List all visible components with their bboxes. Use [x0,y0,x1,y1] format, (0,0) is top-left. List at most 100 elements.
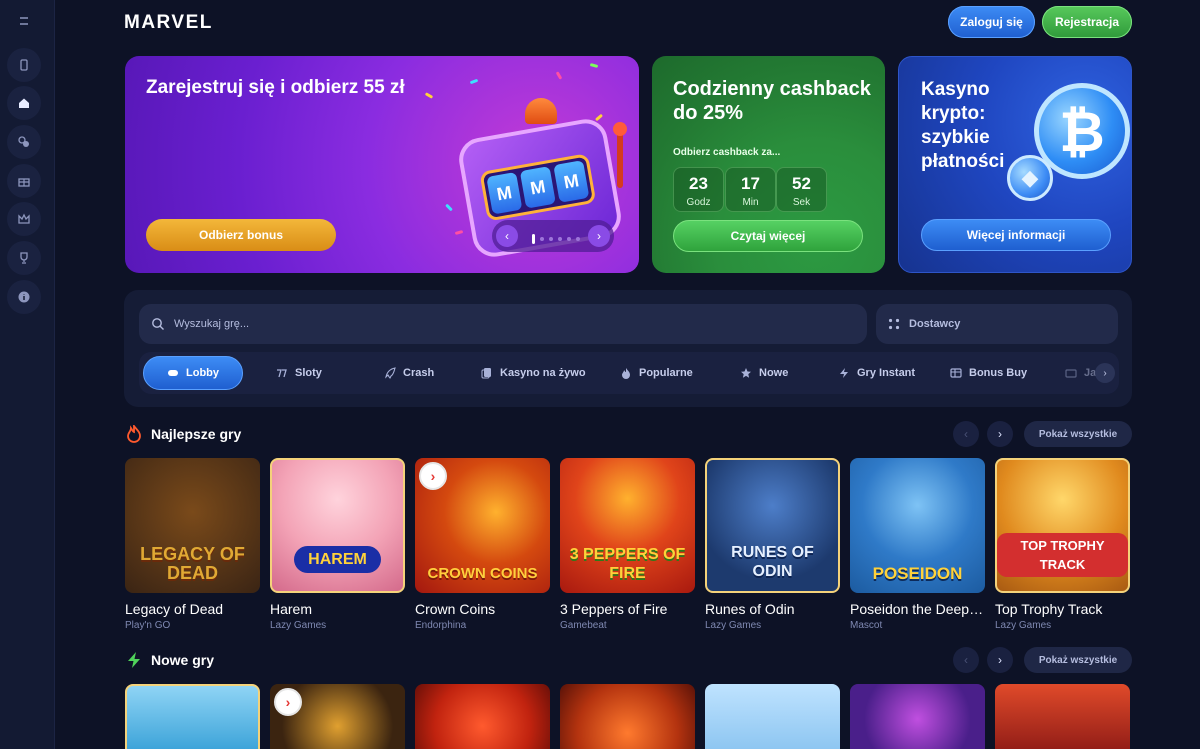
slot-reel: M [553,160,590,203]
rocket-icon [385,367,396,379]
slot-screen: M M M [479,153,597,222]
pager-dots [532,234,580,244]
game-thumbnail[interactable]: POSEIDON [850,458,985,593]
game-card[interactable] [705,684,840,749]
logo[interactable]: MARVEL [124,12,213,34]
lightning-icon [840,368,848,378]
game-name[interactable]: Poseidon the Deep King [850,601,985,617]
pager-dot[interactable] [558,237,562,241]
game-card[interactable] [560,684,695,749]
pager-dot[interactable] [567,237,571,241]
game-card[interactable]: LEGACY OF DEAD Legacy of Dead Play'n GO [125,458,260,631]
game-thumbnail[interactable]: HAREM [270,458,405,593]
game-card[interactable] [850,684,985,749]
game-logo: POSEIDON [872,564,963,583]
gamepad-icon [168,370,178,376]
timer-value: 52 [792,174,811,193]
chevron-left-icon[interactable]: ‹ [496,225,518,247]
fire-icon [622,368,630,379]
game-thumbnail[interactable] [705,684,840,749]
tab-crash[interactable]: Crash [384,356,434,390]
game-name[interactable]: 3 Peppers of Fire [560,601,695,617]
game-card[interactable] [995,684,1130,749]
providers-label: Dostawcy [909,318,961,330]
endorphina-logo-icon: › [419,462,447,490]
gift-icon[interactable] [7,164,41,198]
casino-chips-icon[interactable] [7,125,41,159]
providers-grid-icon [888,318,900,330]
game-card[interactable]: › [270,684,405,749]
game-name[interactable]: Top Trophy Track [995,601,1130,617]
game-card[interactable]: 3 PEPPERS OF FIRE 3 Peppers of Fire Game… [560,458,695,631]
search-icon [152,318,164,330]
chevron-right-icon[interactable]: › [588,225,610,247]
tab-popular[interactable]: Popularne [620,356,693,390]
game-thumbnail[interactable] [850,684,985,749]
game-thumbnail[interactable]: TOP TROPHY TRACK [995,458,1130,593]
game-name[interactable]: Harem [270,601,405,617]
chevron-right-icon[interactable]: › [1095,363,1115,383]
tab-jackpot[interactable]: Ja [1065,356,1096,390]
tab-new[interactable]: Nowe [740,356,788,390]
search-input[interactable] [174,318,824,330]
game-thumbnail[interactable]: LEGACY OF DEAD [125,458,260,593]
pager-dot-active[interactable] [532,234,535,244]
pager-dot[interactable] [576,237,580,241]
mobile-icon[interactable] [7,48,41,82]
confetti [469,78,479,85]
game-name[interactable]: Crown Coins [415,601,550,617]
game-card[interactable]: POSEIDON Poseidon the Deep King Mascot [850,458,985,631]
game-thumbnail[interactable]: 3 PEPPERS OF FIRE [560,458,695,593]
show-all-button[interactable]: Pokaż wszystkie [1024,647,1132,673]
claim-bonus-button[interactable]: Odbierz bonus [146,219,336,251]
game-name[interactable]: Legacy of Dead [125,601,260,617]
cashback-banner[interactable]: Codzienny cashback do 25% Odbierz cashba… [652,56,885,273]
tab-lobby[interactable]: Lobby [143,356,243,390]
info-icon[interactable] [7,280,41,314]
game-thumbnail[interactable]: › CROWN COINS [415,458,550,593]
game-card[interactable] [415,684,550,749]
game-logo: 3 PEPPERS OF FIRE [569,546,686,582]
game-thumbnail[interactable] [125,684,260,749]
game-thumbnail[interactable] [560,684,695,749]
game-thumbnail[interactable]: › [270,684,405,749]
game-name[interactable]: Runes of Odin [705,601,840,617]
bonus-buy-icon [950,368,962,378]
more-info-button[interactable]: Więcej informacji [921,219,1111,251]
register-button[interactable]: Rejestracja [1042,6,1132,38]
login-button[interactable]: Zaloguj się [948,6,1035,38]
trophy-icon[interactable] [7,241,41,275]
tab-instant-games[interactable]: Gry Instant [838,356,915,390]
game-card[interactable] [125,684,260,749]
home-icon[interactable] [7,86,41,120]
chevron-right-icon[interactable]: › [987,647,1013,673]
show-all-button[interactable]: Pokaż wszystkie [1024,421,1132,447]
slot-reel: M [486,171,523,215]
search-bar[interactable] [139,304,867,344]
game-card[interactable]: HAREM Harem Lazy Games [270,458,405,631]
game-card[interactable]: TOP TROPHY TRACK Top Trophy Track Lazy G… [995,458,1130,631]
game-logo: CROWN COINS [427,565,538,582]
crypto-banner[interactable]: ₿ ◆ Kasyno krypto: szybkie płatności Wię… [898,56,1132,273]
game-provider: Lazy Games [995,620,1052,631]
game-thumbnail[interactable]: RUNES OF ODIN [705,458,840,593]
game-thumbnail[interactable] [995,684,1130,749]
pager-dot[interactable] [540,237,544,241]
menu-icon[interactable] [7,4,41,38]
tab-live-casino[interactable]: Kasyno na żywo [481,356,586,390]
pager-dot[interactable] [549,237,553,241]
chevron-left-icon[interactable]: ‹ [953,421,979,447]
tab-sloty[interactable]: Sloty [276,356,322,390]
game-thumbnail[interactable] [415,684,550,749]
providers-button[interactable]: Dostawcy [876,304,1118,344]
crown-icon[interactable] [7,202,41,236]
confetti [424,92,434,99]
game-card[interactable]: › CROWN COINS Crown Coins Endorphina [415,458,550,631]
chevron-right-icon[interactable]: › [987,421,1013,447]
game-card[interactable]: RUNES OF ODIN Runes of Odin Lazy Games [705,458,840,631]
tab-bonus-buy[interactable]: Bonus Buy [950,356,1027,390]
chevron-left-icon[interactable]: ‹ [953,647,979,673]
bonus-banner[interactable]: Zarejestruj się i odbierz 55 zł M M M Od… [125,56,639,273]
timer-value: 17 [741,174,760,193]
read-more-button[interactable]: Czytaj więcej [673,220,863,252]
